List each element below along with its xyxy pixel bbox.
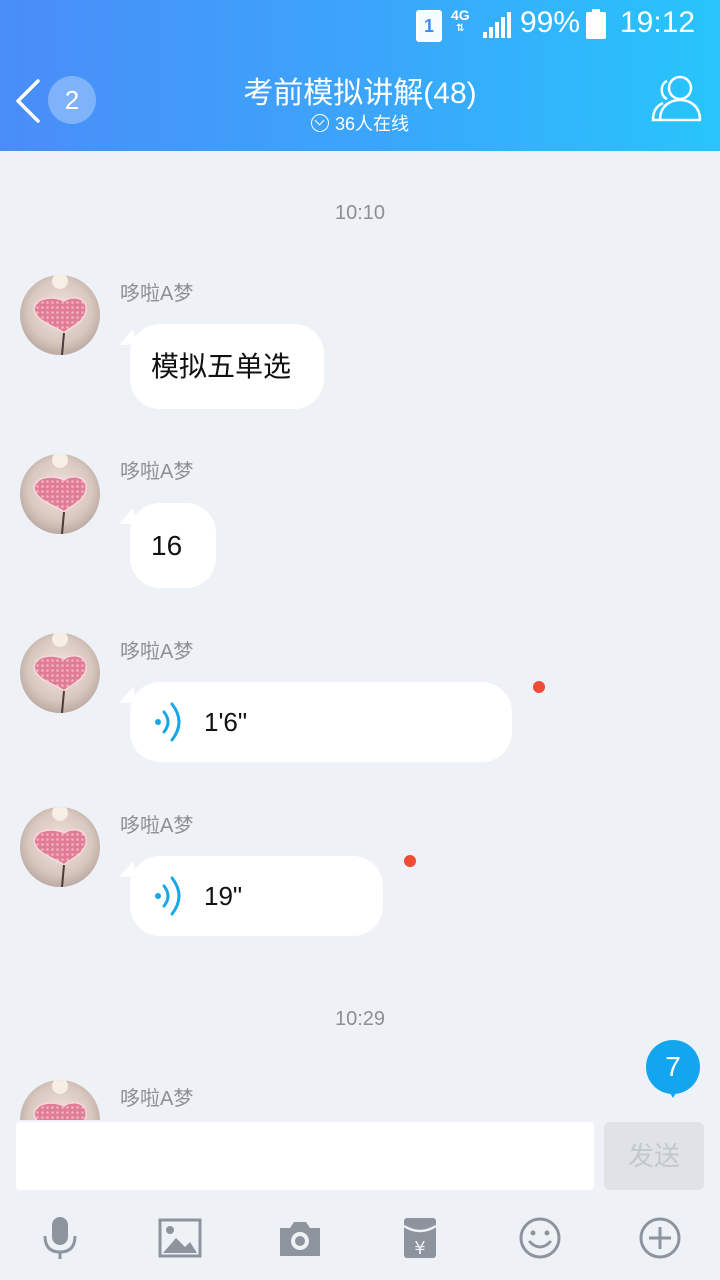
message-bubble[interactable]: 16 [115, 503, 216, 588]
voice-wave-icon [155, 876, 181, 916]
voice-duration: 1'6" [204, 707, 248, 737]
timestamp: 10:29 [334, 1008, 386, 1030]
signal-icon [483, 12, 511, 38]
sender-name: 哆啦A梦 [120, 641, 194, 663]
sim-card-icon: 1 [416, 10, 442, 42]
image-icon[interactable] [158, 1216, 202, 1260]
status-bar: 1 4G ⇅ 99% 19:12 [0, 0, 720, 50]
online-status[interactable]: 36人在线 [0, 110, 720, 136]
microphone-icon[interactable] [38, 1216, 82, 1260]
sender-name: 哆啦A梦 [120, 461, 194, 483]
battery-icon [586, 9, 606, 39]
voice-message-bubble[interactable]: 19" [115, 856, 383, 936]
message-input[interactable] [16, 1122, 594, 1190]
message-text: 16 [151, 530, 183, 561]
send-button[interactable]: 发送 [604, 1122, 704, 1190]
avatar[interactable] [20, 275, 100, 355]
online-count: 36人在线 [334, 114, 410, 134]
message-text: 模拟五单选 [151, 351, 292, 382]
voice-wave-icon [155, 702, 181, 742]
network-label: 4G [451, 7, 470, 23]
avatar[interactable] [20, 633, 100, 713]
input-area: 发送 ¥ [0, 1120, 720, 1280]
unread-dot [533, 681, 545, 693]
avatar[interactable] [20, 454, 100, 534]
svg-text:¥: ¥ [414, 1238, 425, 1259]
page-title: 考前模拟讲解(48) [243, 77, 477, 110]
sender-name: 哆啦A梦 [120, 283, 194, 305]
red-packet-icon[interactable]: ¥ [398, 1216, 442, 1260]
group-members-icon[interactable] [650, 72, 706, 126]
camera-icon[interactable] [278, 1216, 322, 1260]
clock: 19:12 [620, 6, 696, 39]
sender-name: 哆啦A梦 [120, 815, 194, 837]
voice-message-bubble[interactable]: 1'6" [115, 682, 512, 762]
unread-dot [404, 855, 416, 867]
network-type: 4G ⇅ [451, 7, 470, 34]
voice-duration: 19" [204, 881, 243, 911]
battery-percent: 99% [520, 6, 581, 39]
chat-header: 2 考前模拟讲解(48) 36人在线 [0, 50, 720, 151]
avatar[interactable] [20, 807, 100, 887]
sender-name: 哆啦A梦 [120, 1088, 194, 1110]
new-messages-badge[interactable]: 7 [646, 1040, 700, 1098]
message-bubble[interactable]: 模拟五单选 [115, 324, 324, 409]
emoji-icon[interactable] [518, 1216, 562, 1260]
chevron-down-icon [310, 114, 329, 132]
plus-icon[interactable] [638, 1216, 682, 1260]
timestamp: 10:10 [334, 202, 386, 224]
